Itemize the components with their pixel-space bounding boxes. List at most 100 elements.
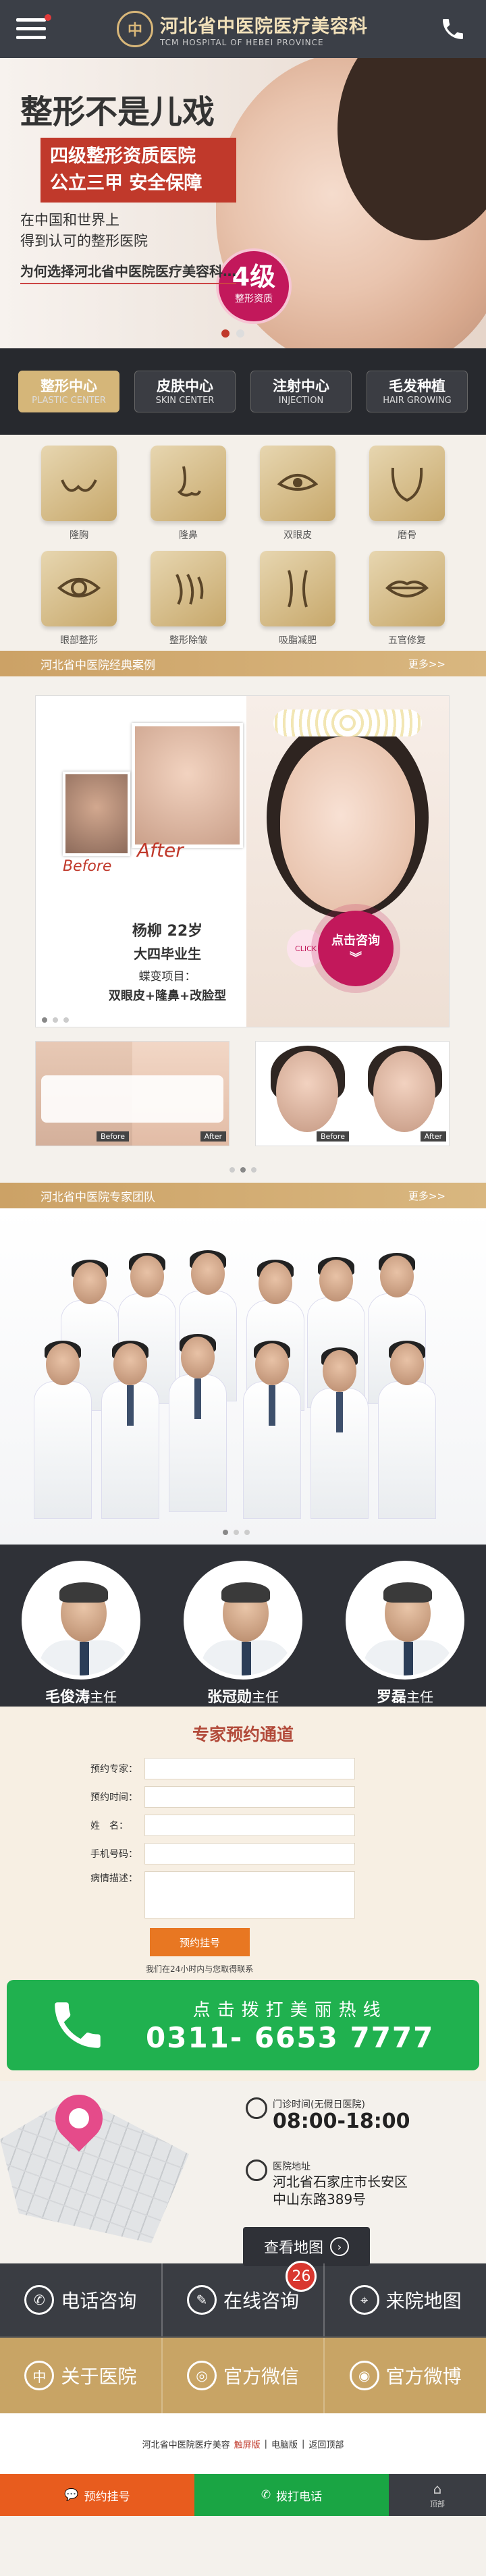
footer-site-name: 河北省中医院医疗美容 bbox=[142, 2440, 230, 2450]
pagination-dot[interactable] bbox=[251, 1167, 256, 1173]
touch-version-link[interactable]: 触屏版 bbox=[234, 2438, 261, 2450]
wrinkle-icon bbox=[151, 551, 226, 626]
service-item-liposuction[interactable]: 吸脂减肥 bbox=[243, 551, 352, 647]
cases-section-bar: 河北省中医院经典案例 更多>> bbox=[0, 651, 486, 676]
expert-title: 主任 bbox=[252, 1689, 279, 1705]
lips-icon bbox=[369, 551, 445, 626]
small-case-card[interactable]: Before After bbox=[35, 1041, 230, 1146]
case-garment bbox=[41, 1075, 223, 1123]
field-label: 病情描述： bbox=[90, 1873, 138, 1884]
more-link[interactable]: 更多>> bbox=[408, 1189, 446, 1203]
phone-icon[interactable] bbox=[436, 12, 470, 46]
bottom-label: 拨打电话 bbox=[276, 2490, 323, 2504]
hotline-button[interactable]: 点击拨打美丽热线 0311- 6653 7777 bbox=[7, 1980, 479, 2070]
back-to-top-link[interactable]: 返回顶部 bbox=[308, 2438, 344, 2450]
center-nav: 整形中心 PLASTIC CENTER 皮肤中心 SKIN CENTER 注射中… bbox=[0, 348, 486, 435]
consult-label: 点击咨询 bbox=[331, 934, 380, 948]
expert-select[interactable] bbox=[144, 1758, 355, 1779]
link-label: 关于医院 bbox=[61, 2365, 137, 2388]
pagination-dot[interactable] bbox=[221, 329, 230, 338]
call-bottom-button[interactable]: ✆ 拨打电话 bbox=[194, 2474, 389, 2516]
pagination-dot[interactable] bbox=[53, 1017, 58, 1023]
center-tab-sublabel: HAIR GROWING bbox=[383, 396, 452, 406]
expert-card[interactable]: 罗磊主任 bbox=[346, 1561, 464, 1707]
view-map-button[interactable]: 查看地图 › bbox=[243, 2227, 370, 2266]
service-grid: 隆胸 隆鼻 双眼皮 磨骨 眼部整形 整形除皱 吸脂减肥 五官修复 bbox=[0, 435, 486, 651]
center-tab-plastic[interactable]: 整形中心 PLASTIC CENTER bbox=[18, 371, 119, 412]
pagination-dot[interactable] bbox=[240, 1167, 246, 1173]
submit-booking-button[interactable]: 预约挂号 bbox=[150, 1928, 250, 1956]
name-input[interactable] bbox=[144, 1815, 355, 1836]
banner-tag-line: 四级整形资质医院 bbox=[50, 146, 196, 167]
expert-card[interactable]: 张冠勋主任 bbox=[184, 1561, 302, 1707]
jaw-icon bbox=[369, 446, 445, 521]
phone-consult-link[interactable]: ✆ 电话咨询 bbox=[0, 2263, 163, 2336]
footer-separator: | bbox=[302, 2438, 305, 2449]
center-tab-hair[interactable]: 毛发种植 HAIR GROWING bbox=[367, 371, 468, 412]
team-photo[interactable] bbox=[0, 1208, 486, 1545]
online-consult-link[interactable]: ✎ 在线咨询 26 bbox=[163, 2261, 325, 2336]
expert-photo bbox=[346, 1561, 464, 1680]
consult-button[interactable]: 点击咨询 ︾ bbox=[318, 911, 394, 986]
pagination-dot[interactable] bbox=[236, 329, 244, 338]
expert-title: 主任 bbox=[90, 1689, 117, 1705]
pagination-dot[interactable] bbox=[234, 1530, 239, 1535]
before-label: Before bbox=[317, 1131, 349, 1142]
menu-icon[interactable] bbox=[16, 14, 51, 43]
logo[interactable]: 中 河北省中医院医疗美容科 TCM HOSPITAL OF HEBEI PROV… bbox=[117, 11, 368, 47]
link-label: 在线咨询 bbox=[223, 2290, 300, 2312]
center-tab-skin[interactable]: 皮肤中心 SKIN CENTER bbox=[134, 371, 236, 412]
service-item-jaw[interactable]: 磨骨 bbox=[352, 446, 462, 541]
expert-card[interactable]: 毛俊涛主任 bbox=[22, 1561, 140, 1707]
bottom-action-bar: 💬 预约挂号 ✆ 拨打电话 ⌂ 顶部 bbox=[0, 2474, 486, 2516]
description-textarea[interactable] bbox=[144, 1871, 355, 1918]
service-item-lips[interactable]: 五官修复 bbox=[352, 551, 462, 647]
pagination-dot[interactable] bbox=[244, 1530, 250, 1535]
clock-icon bbox=[246, 2097, 267, 2119]
clinic-hours: 门诊时间(无假日医院) 08:00-18:00 bbox=[246, 2097, 410, 2132]
after-photo bbox=[132, 723, 243, 848]
center-tab-label: 整形中心 bbox=[40, 378, 97, 394]
doctor-figure bbox=[243, 1341, 301, 1519]
before-photo bbox=[63, 772, 130, 856]
wechat-link[interactable]: ◎ 官方微信 bbox=[163, 2338, 325, 2413]
service-label: 眼部整形 bbox=[60, 635, 98, 646]
hospital-map-link[interactable]: ⌖ 来院地图 bbox=[325, 2263, 486, 2336]
site-title: 河北省中医院医疗美容科 bbox=[160, 16, 368, 37]
phone-input[interactable] bbox=[144, 1843, 355, 1864]
service-item-eyelid[interactable]: 双眼皮 bbox=[243, 446, 352, 541]
featured-case-card[interactable]: Before After 杨柳 22岁 大四毕业生 蝶变项目： 双眼皮+隆鼻+改… bbox=[35, 695, 450, 1027]
pagination-dot[interactable] bbox=[223, 1530, 228, 1535]
nose-icon bbox=[151, 446, 226, 521]
service-label: 隆胸 bbox=[70, 530, 88, 541]
service-item-nose[interactable]: 隆鼻 bbox=[134, 446, 243, 541]
banner-link[interactable]: 为何选择河北省中医院医疗美容科… bbox=[20, 261, 236, 284]
more-link[interactable]: 更多>> bbox=[408, 657, 446, 671]
case-pagination bbox=[230, 1167, 256, 1173]
service-item-breast[interactable]: 隆胸 bbox=[24, 446, 134, 541]
banner-tag-line: 公立三甲 安全保障 bbox=[50, 173, 202, 194]
about-hospital-link[interactable]: 中关于医院 bbox=[0, 2338, 163, 2413]
field-label: 姓 名： bbox=[90, 1821, 128, 1831]
logo-emblem: 中 bbox=[117, 11, 153, 47]
doctor-figure bbox=[34, 1341, 92, 1519]
doctor-figure bbox=[310, 1347, 369, 1519]
hotline-number: 0311- 6653 7777 bbox=[146, 2021, 435, 2054]
booking-bottom-button[interactable]: 💬 预约挂号 bbox=[0, 2474, 194, 2516]
qualification-badge: 4级 整形资质 bbox=[216, 248, 292, 324]
pc-version-link[interactable]: 电脑版 bbox=[271, 2438, 298, 2450]
top-bottom-button[interactable]: ⌂ 顶部 bbox=[389, 2474, 486, 2516]
hero-banner[interactable]: 整形不是儿戏 四级整形资质医院 公立三甲 安全保障 在中国和世界上 得到认可的整… bbox=[0, 58, 486, 348]
service-item-eye[interactable]: 眼部整形 bbox=[24, 551, 134, 647]
map-pin-icon: ⌖ bbox=[349, 2285, 379, 2315]
center-tab-injection[interactable]: 注射中心 INJECTION bbox=[250, 371, 352, 412]
pagination-dot[interactable] bbox=[42, 1017, 47, 1023]
time-input[interactable] bbox=[144, 1786, 355, 1808]
cases-section: Before After 杨柳 22岁 大四毕业生 蝶变项目： 双眼皮+隆鼻+改… bbox=[0, 676, 486, 1183]
pagination-dot[interactable] bbox=[63, 1017, 69, 1023]
address-label: 医院地址 bbox=[273, 2162, 310, 2172]
weibo-link[interactable]: ◉ 官方微博 bbox=[325, 2338, 486, 2413]
small-case-card[interactable]: Before After bbox=[255, 1041, 450, 1146]
service-item-wrinkle[interactable]: 整形除皱 bbox=[134, 551, 243, 647]
pagination-dot[interactable] bbox=[230, 1167, 235, 1173]
